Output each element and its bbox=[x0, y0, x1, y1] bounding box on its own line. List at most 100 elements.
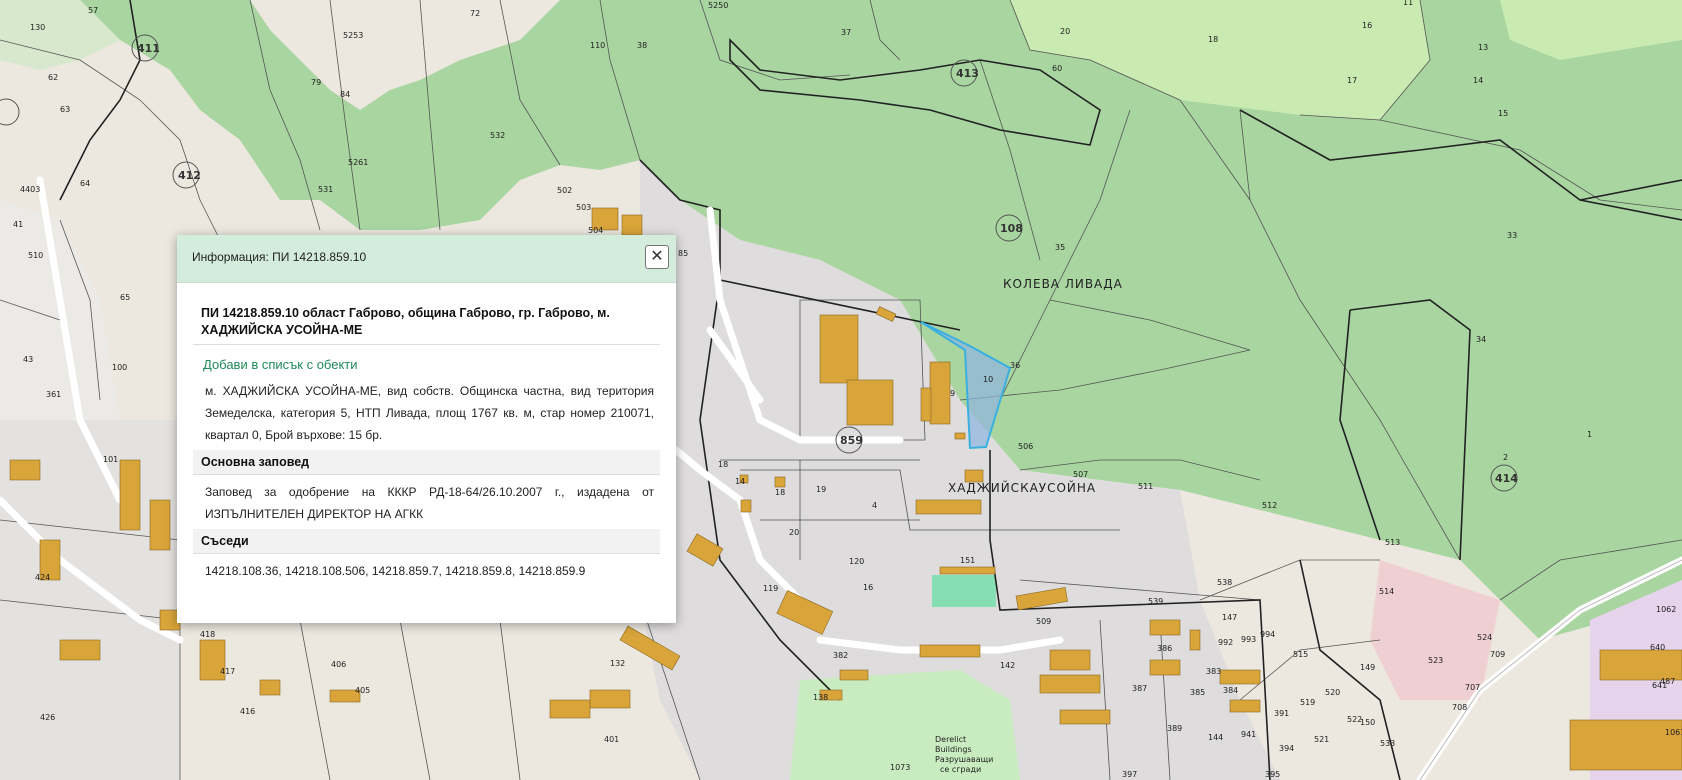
svg-text:510: 510 bbox=[28, 251, 43, 260]
order-heading: Основна заповед bbox=[193, 450, 660, 475]
svg-text:18: 18 bbox=[775, 488, 785, 497]
svg-text:709: 709 bbox=[1490, 650, 1505, 659]
svg-text:538: 538 bbox=[1217, 578, 1232, 587]
svg-text:85: 85 bbox=[678, 249, 688, 258]
svg-text:5253: 5253 bbox=[343, 31, 363, 40]
svg-text:18: 18 bbox=[1208, 35, 1218, 44]
svg-text:149: 149 bbox=[1360, 663, 1375, 672]
svg-text:119: 119 bbox=[763, 584, 778, 593]
svg-text:533: 533 bbox=[1380, 739, 1395, 748]
svg-text:60: 60 bbox=[1052, 64, 1062, 73]
parcel-heading: ПИ 14218.859.10 област Габрово, община Г… bbox=[193, 301, 660, 345]
add-to-list-link[interactable]: Добави в списък с обекти bbox=[203, 357, 660, 372]
svg-text:418: 418 bbox=[200, 630, 215, 639]
svg-text:13: 13 bbox=[1478, 43, 1488, 52]
svg-text:62: 62 bbox=[48, 73, 58, 82]
svg-text:1073: 1073 bbox=[890, 763, 910, 772]
svg-text:се сгради: се сгради bbox=[940, 765, 981, 774]
parcel-description: м. ХАДЖИЙСКА УСОЙНА-МЕ, вид собств. Общи… bbox=[205, 384, 654, 442]
svg-text:401: 401 bbox=[604, 735, 619, 744]
svg-text:11: 11 bbox=[1403, 0, 1413, 7]
svg-text:33: 33 bbox=[1507, 231, 1517, 240]
svg-text:487: 487 bbox=[1660, 677, 1675, 686]
popup-title: Информация: ПИ 14218.859.10 bbox=[192, 250, 367, 264]
svg-text:387: 387 bbox=[1132, 684, 1147, 693]
svg-text:4403: 4403 bbox=[20, 185, 40, 194]
svg-text:84: 84 bbox=[340, 90, 350, 99]
svg-text:532: 532 bbox=[490, 131, 505, 140]
svg-text:132: 132 bbox=[610, 659, 625, 668]
svg-text:361: 361 bbox=[46, 390, 61, 399]
svg-text:ХАДЖИЙСКАУСОЙНА: ХАДЖИЙСКАУСОЙНА bbox=[948, 480, 1096, 495]
svg-text:514: 514 bbox=[1379, 587, 1394, 596]
svg-text:65: 65 bbox=[120, 293, 130, 302]
svg-text:859: 859 bbox=[840, 434, 863, 447]
svg-text:507: 507 bbox=[1073, 470, 1088, 479]
svg-text:522: 522 bbox=[1347, 715, 1362, 724]
svg-text:КОЛЕВА ЛИВАДА: КОЛЕВА ЛИВАДА bbox=[1003, 277, 1123, 291]
svg-text:Разрушаващи: Разрушаващи bbox=[935, 755, 993, 764]
order-text: Заповед за одобрение на КККР РД-18-64/26… bbox=[205, 485, 654, 521]
svg-text:16: 16 bbox=[1362, 21, 1372, 30]
svg-text:120: 120 bbox=[849, 557, 864, 566]
svg-text:43: 43 bbox=[23, 355, 33, 364]
svg-text:79: 79 bbox=[311, 78, 321, 87]
svg-text:520: 520 bbox=[1325, 688, 1340, 697]
svg-text:394: 394 bbox=[1279, 744, 1294, 753]
svg-text:142: 142 bbox=[1000, 661, 1015, 670]
svg-text:519: 519 bbox=[1300, 698, 1315, 707]
svg-text:397: 397 bbox=[1122, 770, 1137, 779]
svg-text:2: 2 bbox=[1503, 453, 1508, 462]
svg-text:511: 511 bbox=[1138, 482, 1153, 491]
svg-text:512: 512 bbox=[1262, 501, 1277, 510]
svg-text:993: 993 bbox=[1241, 635, 1256, 644]
svg-text:391: 391 bbox=[1274, 709, 1289, 718]
neighbors-text: 14218.108.36, 14218.108.506, 14218.859.7… bbox=[205, 564, 586, 578]
svg-text:1: 1 bbox=[1587, 430, 1592, 439]
svg-text:503: 503 bbox=[576, 203, 591, 212]
svg-text:707: 707 bbox=[1465, 683, 1480, 692]
svg-text:64: 64 bbox=[80, 179, 90, 188]
svg-text:384: 384 bbox=[1223, 686, 1238, 695]
svg-text:382: 382 bbox=[833, 651, 848, 660]
svg-text:101: 101 bbox=[103, 455, 118, 464]
svg-text:15: 15 bbox=[1498, 109, 1508, 118]
svg-text:395: 395 bbox=[1265, 770, 1280, 779]
svg-text:524: 524 bbox=[1477, 633, 1492, 642]
popup-body: ПИ 14218.859.10 област Габрово, община Г… bbox=[177, 301, 676, 582]
svg-text:502: 502 bbox=[557, 186, 572, 195]
svg-text:411: 411 bbox=[137, 42, 160, 55]
svg-text:Derelict: Derelict bbox=[935, 735, 966, 744]
svg-text:20: 20 bbox=[789, 528, 799, 537]
svg-text:504: 504 bbox=[588, 226, 603, 235]
svg-text:413: 413 bbox=[956, 67, 979, 80]
svg-text:144: 144 bbox=[1208, 733, 1223, 742]
svg-text:406: 406 bbox=[331, 660, 346, 669]
svg-text:426: 426 bbox=[40, 713, 55, 722]
svg-text:506: 506 bbox=[1018, 442, 1033, 451]
svg-text:14: 14 bbox=[735, 477, 745, 486]
svg-text:110: 110 bbox=[590, 41, 605, 50]
svg-text:72: 72 bbox=[470, 9, 480, 18]
close-button[interactable]: ✕ bbox=[645, 245, 669, 269]
svg-text:509: 509 bbox=[1036, 617, 1051, 626]
svg-text:37: 37 bbox=[841, 28, 851, 37]
svg-text:414: 414 bbox=[1495, 472, 1518, 485]
popup-header: Информация: ПИ 14218.859.10 ✕ bbox=[177, 235, 676, 283]
svg-text:1061: 1061 bbox=[1665, 728, 1682, 737]
svg-text:412: 412 bbox=[178, 169, 201, 182]
svg-text:100: 100 bbox=[112, 363, 127, 372]
svg-text:708: 708 bbox=[1452, 703, 1467, 712]
svg-text:4: 4 bbox=[872, 501, 877, 510]
svg-text:63: 63 bbox=[60, 105, 70, 114]
svg-text:151: 151 bbox=[960, 556, 975, 565]
svg-text:18: 18 bbox=[718, 460, 728, 469]
svg-text:147: 147 bbox=[1222, 613, 1237, 622]
svg-text:416: 416 bbox=[240, 707, 255, 716]
svg-text:389: 389 bbox=[1167, 724, 1182, 733]
svg-text:521: 521 bbox=[1314, 735, 1329, 744]
svg-text:150: 150 bbox=[1360, 718, 1375, 727]
svg-text:424: 424 bbox=[35, 573, 50, 582]
svg-text:10: 10 bbox=[983, 375, 993, 384]
svg-text:19: 19 bbox=[816, 485, 826, 494]
